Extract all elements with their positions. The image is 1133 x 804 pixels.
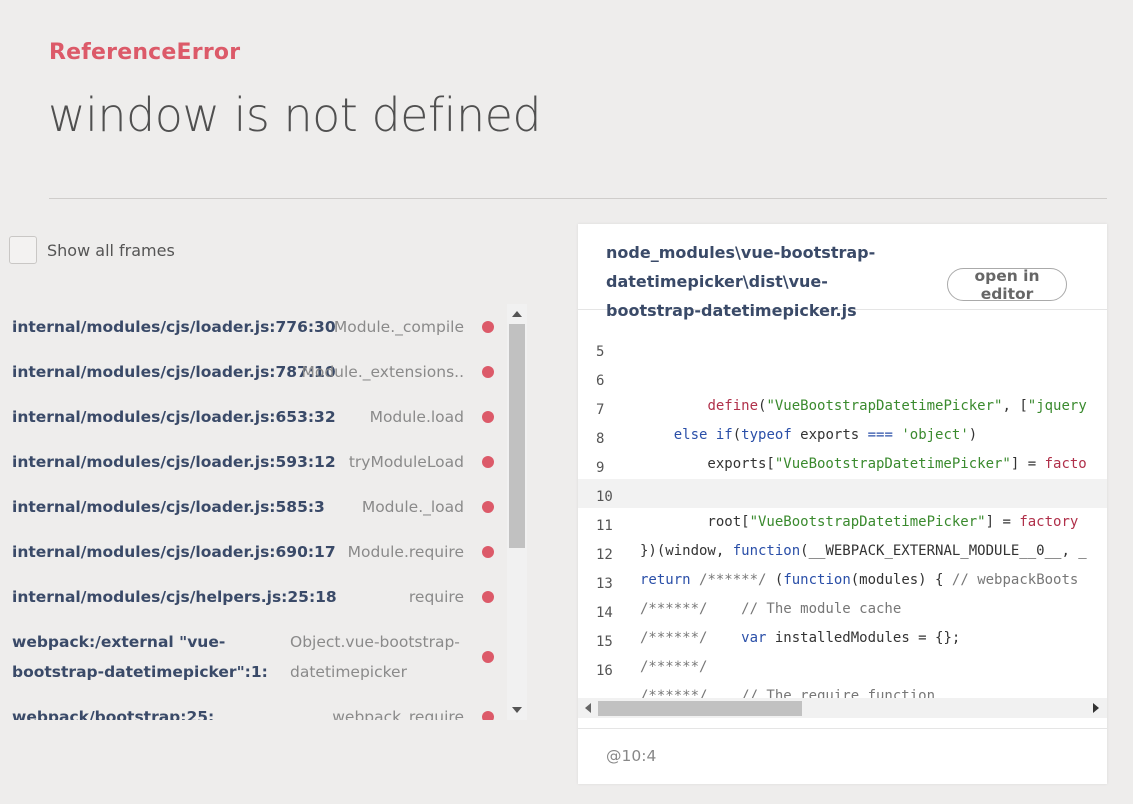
frame-function: Object.vue-bootstrap- datetimepicker	[290, 627, 460, 687]
code-line: 16	[578, 653, 1107, 682]
frame-file-line: bootstrap-datetimepicker":1:	[12, 663, 268, 681]
stack-frame[interactable]: internal/modules/cjs/loader.js:787:10 Mo…	[12, 357, 500, 387]
scrollbar-thumb[interactable]	[509, 324, 525, 548]
error-message: window is not defined	[48, 88, 542, 142]
frame-function: Module._extensions..	[301, 363, 464, 381]
code-footer: @10:4	[578, 728, 1107, 784]
code-horizontal-scrollbar[interactable]	[578, 698, 1107, 718]
frame-function: Module.load	[369, 408, 464, 426]
frame-file: internal/modules/cjs/loader.js:776:30	[12, 318, 336, 336]
stack-frame[interactable]: internal/modules/cjs/loader.js:585:3 Mod…	[12, 492, 500, 522]
code-line: 9 root["VueBootstrapDatetimePicker"] = f…	[578, 450, 1107, 530]
frame-app-dot	[482, 411, 494, 423]
divider	[49, 198, 1107, 199]
frame-app-dot	[482, 591, 494, 603]
frame-app-dot	[482, 321, 494, 333]
frame-function: tryModuleLoad	[348, 453, 464, 471]
stack-frame[interactable]: webpack/bootstrap:25: webpack_require	[12, 702, 500, 720]
stack-frame[interactable]: internal/modules/cjs/loader.js:776:30 Mo…	[12, 312, 500, 342]
show-all-frames-toggle[interactable]: Show all frames	[9, 236, 175, 264]
code-line: 11 return /******/ (function(modules) { …	[578, 508, 1107, 588]
line-number: 16	[596, 663, 613, 679]
show-all-frames-label: Show all frames	[47, 240, 175, 260]
frame-file: webpack:/external "vue- bootstrap-dateti…	[12, 627, 268, 687]
stack-frames-list: internal/modules/cjs/loader.js:776:30 Mo…	[0, 304, 510, 720]
code-line: 12 /******/ // The module cache	[578, 537, 1107, 617]
stack-frame[interactable]: internal/modules/cjs/loader.js:593:12 tr…	[12, 447, 500, 477]
frame-function-line: Object.vue-bootstrap-	[290, 633, 460, 651]
frame-app-dot	[482, 546, 494, 558]
code-line: 14 /******/	[578, 595, 1107, 675]
code-line-highlighted: 10 })(window, function(__WEBPACK_EXTERNA…	[578, 479, 1107, 559]
frame-file: internal/modules/cjs/helpers.js:25:18	[12, 588, 337, 606]
code-line: 13 /******/ var installedModules = {};	[578, 566, 1107, 646]
frame-function: webpack_require	[332, 708, 464, 720]
code-panel: node_modules\vue-bootstrap-datetimepicke…	[578, 224, 1107, 784]
scroll-right-arrow-icon[interactable]	[1093, 703, 1099, 713]
error-type: ReferenceError	[49, 40, 241, 65]
code-viewer: 5 define("VueBootstrapDatetimePicker", […	[578, 334, 1107, 701]
scrollbar-thumb[interactable]	[598, 701, 802, 716]
frame-function: Module._load	[361, 498, 464, 516]
frames-scrollbar[interactable]	[507, 304, 527, 720]
open-in-editor-button[interactable]: open in editor	[947, 267, 1067, 303]
code-line: 15 /******/ // The require function	[578, 624, 1107, 701]
frame-file: internal/modules/cjs/loader.js:585:3	[12, 498, 325, 516]
frame-function-line: datetimepicker	[290, 663, 407, 681]
frame-file: webpack/bootstrap:25:	[12, 708, 215, 720]
stack-frame[interactable]: internal/modules/cjs/loader.js:690:17 Mo…	[12, 537, 500, 567]
frame-app-dot	[482, 456, 494, 468]
frame-file: internal/modules/cjs/loader.js:593:12	[12, 453, 336, 471]
scroll-up-arrow-icon[interactable]	[512, 311, 522, 317]
frame-app-dot	[482, 711, 494, 720]
code-line: 8 else	[578, 421, 1107, 501]
stack-frame[interactable]: webpack:/external "vue- bootstrap-dateti…	[12, 627, 500, 687]
frame-app-dot	[482, 366, 494, 378]
frame-app-dot	[482, 501, 494, 513]
frame-file: internal/modules/cjs/loader.js:653:32	[12, 408, 336, 426]
frame-file: internal/modules/cjs/loader.js:690:17	[12, 543, 336, 561]
frame-function: Module.require	[347, 543, 464, 561]
stack-frame[interactable]: internal/modules/cjs/loader.js:653:32 Mo…	[12, 402, 500, 432]
frame-file-line: webpack:/external "vue-	[12, 633, 226, 651]
code-line: 5 define("VueBootstrapDatetimePicker", […	[578, 334, 1107, 414]
frame-file: internal/modules/cjs/loader.js:787:10	[12, 363, 336, 381]
scroll-down-arrow-icon[interactable]	[512, 707, 522, 713]
code-line: 6 else if(typeof exports === 'object')	[578, 363, 1107, 443]
code-line: 7 exports["VueBootstrapDatetimePicker"] …	[578, 392, 1107, 472]
stack-frame[interactable]: internal/modules/cjs/helpers.js:25:18 re…	[12, 582, 500, 612]
cursor-position: @10:4	[606, 747, 657, 765]
scroll-left-arrow-icon[interactable]	[585, 703, 591, 713]
code-header: node_modules\vue-bootstrap-datetimepicke…	[578, 224, 1107, 320]
show-all-frames-checkbox[interactable]	[9, 236, 37, 264]
frame-function: require	[408, 588, 464, 606]
frame-function: Module._compile	[333, 318, 464, 336]
frame-app-dot	[482, 651, 494, 663]
